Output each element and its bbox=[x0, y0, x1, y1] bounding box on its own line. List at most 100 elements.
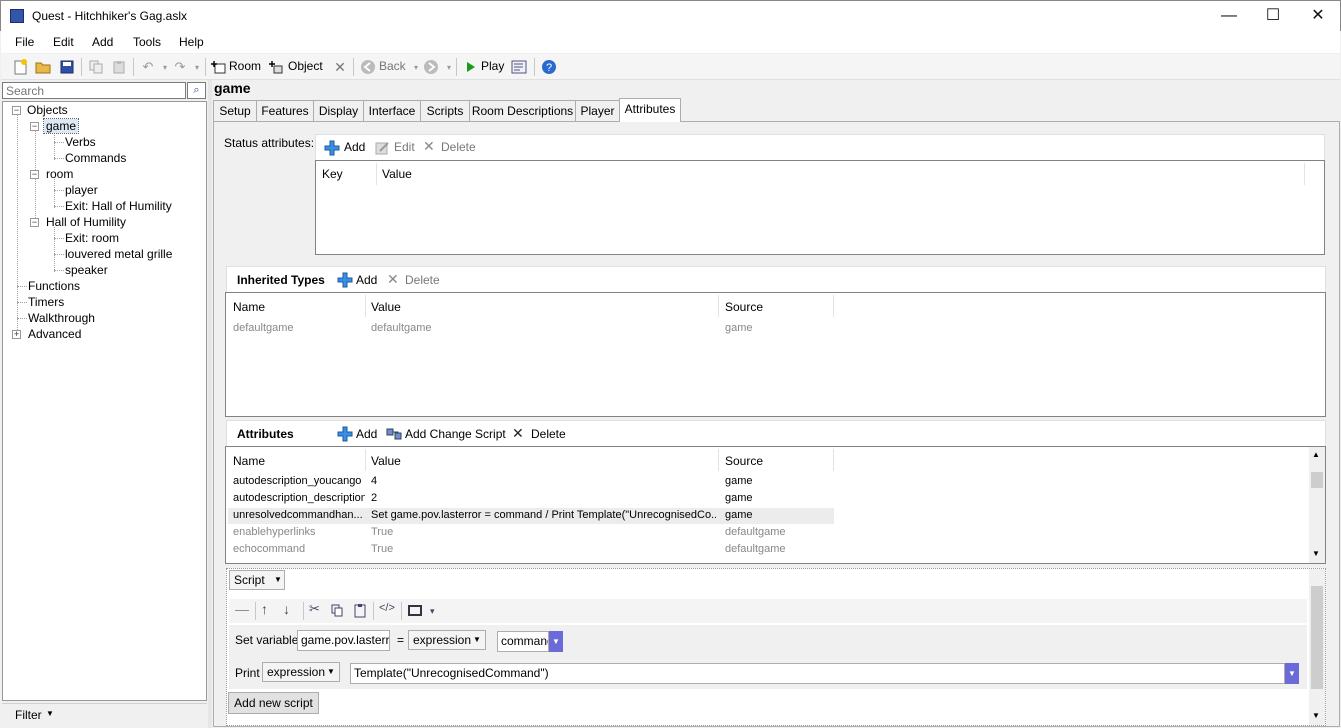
back-dropdown-icon[interactable]: ▾ bbox=[408, 59, 424, 75]
column-header-value[interactable]: Value bbox=[371, 454, 401, 468]
play-button[interactable]: Play bbox=[481, 59, 504, 73]
table-row-value[interactable]: 2 bbox=[371, 492, 716, 504]
tab-features[interactable]: Features bbox=[256, 100, 314, 122]
tree-node-speaker[interactable]: speaker bbox=[65, 263, 108, 277]
new-file-icon[interactable] bbox=[13, 59, 29, 75]
chevron-down-icon[interactable]: ▾ bbox=[430, 606, 435, 617]
move-up-icon[interactable]: ↑ bbox=[261, 601, 268, 617]
script-scrollbar[interactable]: ▼ bbox=[1309, 569, 1325, 725]
table-row-name[interactable]: autodescription_description bbox=[233, 492, 365, 504]
tree-node-verbs[interactable]: Verbs bbox=[65, 135, 96, 149]
paste-icon[interactable] bbox=[111, 59, 127, 75]
table-row-source[interactable]: defaultgame bbox=[725, 526, 786, 538]
delete-icon[interactable]: ✕ bbox=[332, 59, 348, 75]
menu-help[interactable]: Help bbox=[179, 35, 204, 49]
attributes-scrollbar[interactable]: ▲ ▼ bbox=[1309, 447, 1325, 563]
tree-node-walkthrough[interactable]: Walkthrough bbox=[28, 311, 95, 325]
set-value-expression-field[interactable]: command bbox=[497, 631, 549, 652]
redo-dropdown-icon[interactable]: ▾ bbox=[189, 59, 205, 75]
collapse-icon[interactable]: − bbox=[30, 122, 39, 131]
table-row-name[interactable]: echocommand bbox=[233, 543, 365, 555]
back-arrow-icon[interactable] bbox=[360, 59, 376, 75]
table-row-name[interactable]: unresolvedcommandhan... bbox=[233, 509, 365, 521]
tab-setup[interactable]: Setup bbox=[213, 100, 257, 122]
expression-dropdown-icon[interactable]: ▼ bbox=[1285, 663, 1299, 684]
back-button[interactable]: Back bbox=[379, 59, 406, 73]
forward-arrow-icon[interactable] bbox=[423, 59, 439, 75]
add-new-script-button[interactable]: Add new script bbox=[228, 692, 319, 714]
tab-interface[interactable]: Interface bbox=[363, 100, 421, 122]
maximize-button[interactable]: ☐ bbox=[1250, 1, 1296, 31]
table-row-source[interactable]: game bbox=[725, 509, 753, 521]
remove-icon[interactable]: — bbox=[235, 601, 249, 617]
status-add-button[interactable]: Add bbox=[344, 140, 365, 154]
search-input[interactable] bbox=[2, 82, 186, 99]
column-header-value[interactable]: Value bbox=[371, 300, 401, 314]
print-expression-dropdown[interactable]: expression ▼ bbox=[262, 662, 340, 682]
attributes-list[interactable]: Name Value Source autodescription_youcan… bbox=[225, 446, 1326, 564]
copy-icon[interactable] bbox=[331, 604, 344, 621]
menu-edit[interactable]: Edit bbox=[53, 35, 74, 49]
print-expression-field[interactable]: Template("UnrecognisedCommand") bbox=[350, 663, 1285, 684]
column-header-name[interactable]: Name bbox=[233, 454, 265, 468]
tree-node-exit-room[interactable]: Exit: room bbox=[65, 231, 119, 245]
table-row-source[interactable]: defaultgame bbox=[725, 543, 786, 555]
tree-node-room[interactable]: room bbox=[46, 167, 73, 181]
inherited-cell-value[interactable]: defaultgame bbox=[371, 322, 432, 334]
column-header-source[interactable]: Source bbox=[725, 300, 763, 314]
open-folder-icon[interactable] bbox=[35, 59, 51, 75]
add-change-script-button[interactable]: Add Change Script bbox=[405, 427, 506, 441]
chevron-down-icon[interactable]: ▼ bbox=[46, 709, 54, 718]
cut-icon[interactable]: ✂ bbox=[309, 601, 320, 617]
add-object-button[interactable]: Object bbox=[288, 59, 323, 73]
undo-icon[interactable]: ↶ bbox=[140, 59, 156, 75]
tree-node-functions[interactable]: Functions bbox=[28, 279, 80, 293]
collapse-icon[interactable]: − bbox=[12, 106, 21, 115]
status-attributes-list[interactable]: Key Value bbox=[315, 160, 1325, 255]
close-button[interactable]: ✕ bbox=[1295, 1, 1341, 31]
scroll-down-icon[interactable]: ▼ bbox=[1312, 711, 1320, 720]
menu-tools[interactable]: Tools bbox=[133, 35, 161, 49]
scroll-down-icon[interactable]: ▼ bbox=[1312, 549, 1320, 558]
paste-icon[interactable] bbox=[354, 603, 366, 621]
inherited-types-list[interactable]: Name Value Source defaultgame defaultgam… bbox=[225, 292, 1326, 417]
tab-player[interactable]: Player bbox=[575, 100, 620, 122]
tree-node-advanced[interactable]: Advanced bbox=[28, 327, 81, 341]
tree-node-player[interactable]: player bbox=[65, 183, 98, 197]
tree-node-objects[interactable]: Objects bbox=[27, 103, 68, 117]
filter-button[interactable]: Filter bbox=[15, 708, 42, 722]
column-header-key[interactable]: Key bbox=[322, 167, 343, 181]
table-row-value[interactable]: Set game.pov.lasterror = command / Print… bbox=[371, 509, 716, 521]
tree-node-hall-of-humility[interactable]: Hall of Humility bbox=[46, 215, 126, 229]
tree-node-commands[interactable]: Commands bbox=[65, 151, 126, 165]
tree-node-timers[interactable]: Timers bbox=[28, 295, 64, 309]
menu-add[interactable]: Add bbox=[92, 35, 113, 49]
table-row-value[interactable]: True bbox=[371, 543, 716, 555]
table-row-name[interactable]: enablehyperlinks bbox=[233, 526, 365, 538]
attributes-add-button[interactable]: Add bbox=[356, 427, 377, 441]
scroll-up-icon[interactable]: ▲ bbox=[1312, 450, 1320, 459]
search-icon[interactable]: ⌕ bbox=[187, 82, 206, 99]
code-view-icon[interactable] bbox=[511, 59, 527, 75]
help-icon[interactable]: ? bbox=[541, 59, 557, 75]
minimize-button[interactable]: — bbox=[1206, 1, 1252, 31]
tab-attributes[interactable]: Attributes bbox=[619, 98, 681, 122]
inherited-cell-source[interactable]: game bbox=[725, 322, 753, 334]
collapse-icon[interactable]: − bbox=[30, 218, 39, 227]
scrollbar-thumb[interactable] bbox=[1311, 472, 1323, 488]
table-row-source[interactable]: game bbox=[725, 492, 753, 504]
collapse-icon[interactable]: − bbox=[30, 170, 39, 179]
inherited-delete-button[interactable]: Delete bbox=[405, 273, 440, 287]
forward-dropdown-icon[interactable]: ▾ bbox=[441, 59, 457, 75]
redo-icon[interactable]: ↷ bbox=[172, 59, 188, 75]
panel-splitter[interactable] bbox=[208, 80, 212, 728]
menu-file[interactable]: File bbox=[15, 35, 34, 49]
status-delete-button[interactable]: Delete bbox=[441, 140, 476, 154]
tree-node-game[interactable]: game bbox=[42, 118, 80, 134]
table-row-source[interactable]: game bbox=[725, 475, 753, 487]
status-edit-button[interactable]: Edit bbox=[394, 140, 415, 154]
code-view-icon[interactable]: </> bbox=[379, 602, 395, 614]
column-header-source[interactable]: Source bbox=[725, 454, 763, 468]
script-type-dropdown[interactable]: Script ▼ bbox=[229, 570, 285, 590]
save-icon[interactable] bbox=[59, 59, 75, 75]
